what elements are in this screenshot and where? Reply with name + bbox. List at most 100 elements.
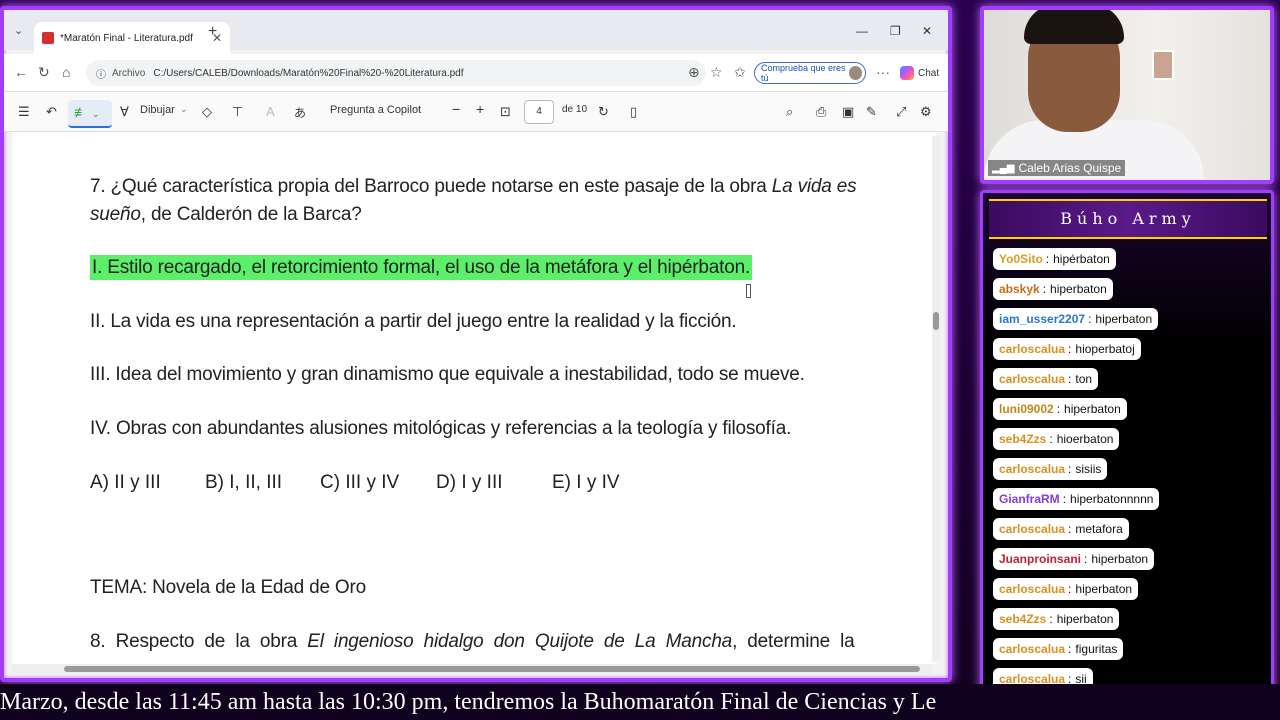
- zoom-out-button[interactable]: −: [452, 101, 460, 117]
- page-total: de 10: [562, 104, 588, 115]
- address-bar-row: ← ↻ ⌂ ⓘ Archivo C:/Users/CALEB/Downloads…: [4, 54, 948, 92]
- signal-bars-icon: ▂▄▆: [992, 162, 1015, 174]
- chat-username[interactable]: Juanproinsani: [999, 552, 1081, 566]
- horizontal-scroll-thumb[interactable]: [64, 666, 920, 672]
- text-format-icon: A: [266, 104, 275, 119]
- chat-username[interactable]: abskyk: [999, 282, 1040, 296]
- page-number-input[interactable]: 4: [524, 100, 554, 124]
- fullscreen-icon[interactable]: ⤢: [896, 104, 906, 120]
- question-7-line-1: 7. ¿Qué característica propia del Barroc…: [90, 176, 857, 197]
- chat-message: carloscalua: ton: [993, 368, 1099, 390]
- url-text: C:/Users/CALEB/Downloads/Maratón%20Final…: [153, 67, 464, 79]
- chat-text: sisiis: [1075, 462, 1102, 476]
- answer-c: C) III y IV: [320, 472, 400, 493]
- chat-message: iam_usser2207: hiperbaton: [993, 308, 1159, 330]
- tab-pdf[interactable]: *Maratón Final - Literatura.pdf ✕: [34, 22, 230, 54]
- draw-chevron-icon[interactable]: ⌄: [180, 104, 188, 115]
- undo-icon[interactable]: ↶: [46, 104, 57, 120]
- zoom-in-button[interactable]: +: [476, 101, 484, 117]
- chat-text: hiperbaton: [1064, 402, 1121, 416]
- chat-message: carloscalua: hiperbaton: [993, 578, 1139, 600]
- highlight-tool[interactable]: ≢ ⌄: [68, 100, 112, 128]
- chat-username[interactable]: carloscalua: [999, 462, 1065, 476]
- verify-identity-button[interactable]: Comprueba que eres tú: [754, 62, 866, 84]
- chat-text: ton: [1075, 372, 1093, 386]
- home-icon[interactable]: ⌂: [62, 64, 70, 80]
- chat-text: hiperbaton: [1056, 612, 1114, 626]
- chat-message: carloscalua: sisiis: [993, 458, 1108, 480]
- save-as-icon[interactable]: ✎: [866, 104, 877, 120]
- question-7-line-2: sueño, de Calderón de la Barca?: [90, 204, 362, 225]
- chat-message: seb4Zzs: hioerbaton: [993, 428, 1120, 450]
- chat-separator: :: [1049, 432, 1053, 446]
- chat-separator: :: [1068, 462, 1072, 476]
- url-field[interactable]: ⓘ Archivo C:/Users/CALEB/Downloads/Marat…: [86, 60, 706, 86]
- page-view-icon[interactable]: ▯: [630, 104, 637, 120]
- chat-username[interactable]: carloscalua: [999, 372, 1065, 386]
- tab-list-dropdown-icon[interactable]: ⌄: [14, 24, 23, 37]
- ask-copilot-button[interactable]: Pregunta a Copilot: [330, 104, 421, 116]
- favorites-icon[interactable]: ✩: [734, 64, 746, 81]
- draw-icon[interactable]: ∀: [120, 104, 129, 120]
- webcam-feed: ▂▄▆ Caleb Arias Quispe: [980, 6, 1274, 184]
- chat-username[interactable]: carloscalua: [999, 642, 1065, 656]
- chat-username[interactable]: carloscalua: [999, 522, 1065, 536]
- chat-message: GianfraRM: hiperbatonnnnn: [993, 488, 1160, 510]
- back-arrow-icon[interactable]: ←: [14, 64, 28, 80]
- chat-username[interactable]: iam_usser2207: [999, 312, 1085, 326]
- chat-username[interactable]: carloscalua: [999, 582, 1065, 596]
- chat-separator: :: [1068, 522, 1072, 536]
- reload-icon[interactable]: ↻: [38, 64, 50, 81]
- stream-overlay: ⌄ *Maratón Final - Literatura.pdf ✕ + — …: [0, 0, 1280, 720]
- chat-separator: :: [1068, 642, 1072, 656]
- chat-text: hiperbaton: [1091, 552, 1149, 566]
- chat-text: hioperbatoj: [1075, 342, 1135, 356]
- restore-button[interactable]: ❐: [890, 24, 901, 38]
- chat-separator: :: [1049, 612, 1053, 626]
- option-1: I. Estilo recargado, el retorcimiento fo…: [90, 255, 753, 280]
- chat-username[interactable]: seb4Zzs: [999, 612, 1046, 626]
- chat-separator: :: [1056, 402, 1061, 416]
- wall-picture: [1152, 50, 1174, 80]
- verify-label: Comprueba que eres tú: [761, 63, 846, 83]
- info-icon: ⓘ: [96, 69, 106, 81]
- close-window-button[interactable]: ✕: [922, 24, 932, 38]
- chat-username[interactable]: Yo0Sito: [999, 252, 1043, 266]
- vertical-scroll-thumb[interactable]: [933, 312, 939, 330]
- chat-username[interactable]: carloscalua: [999, 342, 1065, 356]
- chat-separator: :: [1045, 252, 1050, 266]
- chat-username[interactable]: seb4Zzs: [999, 432, 1046, 446]
- presenter-name-tag: ▂▄▆ Caleb Arias Quispe: [988, 160, 1126, 176]
- erase-icon[interactable]: ◇: [202, 104, 212, 120]
- question-8-line-1: 8. Respecto de la obra El ingenioso hida…: [90, 631, 855, 652]
- copilot-chat-button[interactable]: Chat: [900, 66, 939, 80]
- more-menu-icon[interactable]: ···: [876, 64, 890, 80]
- copilot-icon: [900, 66, 914, 80]
- chat-message: carloscalua: hioperbatoj: [993, 338, 1141, 360]
- search-icon[interactable]: ⌕: [786, 104, 793, 120]
- save-icon[interactable]: ▣: [842, 104, 854, 120]
- translate-icon[interactable]: あ: [294, 104, 306, 121]
- draw-label[interactable]: Dibujar: [140, 104, 175, 116]
- browser-window: ⌄ *Maratón Final - Literatura.pdf ✕ + — …: [0, 6, 952, 682]
- minimize-button[interactable]: —: [856, 24, 868, 38]
- fit-page-icon[interactable]: ⊡: [500, 104, 511, 120]
- rotate-icon[interactable]: ↻: [598, 104, 609, 120]
- horizontal-scrollbar[interactable]: [12, 664, 932, 674]
- chat-message: Juanproinsani: hiperbaton: [993, 548, 1155, 570]
- text-box-icon[interactable]: ⊤: [232, 104, 243, 120]
- favorite-star-icon[interactable]: ☆: [710, 64, 723, 81]
- chat-username[interactable]: luni09002: [999, 402, 1054, 416]
- contents-icon[interactable]: ☰: [18, 104, 30, 120]
- chat-text: hioerbaton: [1056, 432, 1114, 446]
- vertical-scrollbar[interactable]: [932, 136, 940, 662]
- chat-panel: Búho Army Yo0Sito: hipérbaton abskyk: hiper…: [980, 190, 1274, 696]
- settings-gear-icon[interactable]: ⚙: [920, 104, 932, 120]
- option-3: III. Idea del movimiento y gran dinamism…: [90, 364, 805, 385]
- read-aloud-icon[interactable]: ⊕: [688, 64, 700, 81]
- chat-message: seb4Zzs: hiperbaton: [993, 608, 1120, 630]
- new-tab-button[interactable]: +: [208, 23, 217, 41]
- chat-username[interactable]: GianfraRM: [999, 492, 1060, 506]
- print-icon[interactable]: ⎙: [816, 104, 826, 120]
- chat-label: Chat: [918, 67, 940, 79]
